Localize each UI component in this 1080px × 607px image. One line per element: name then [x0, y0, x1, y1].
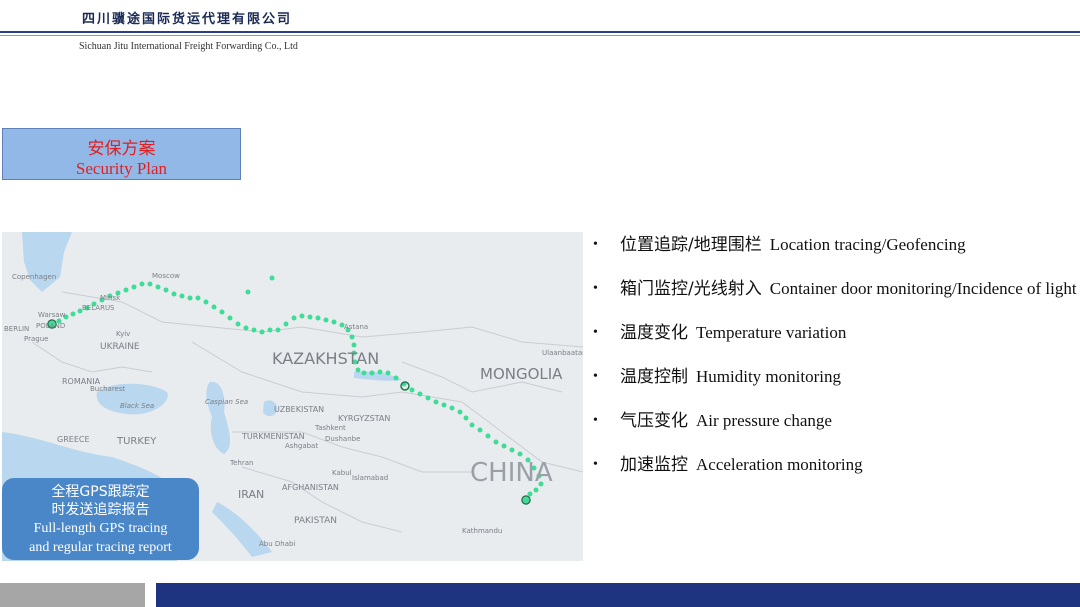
feature-label-en: Container door monitoring/Incidence of l… — [769, 279, 1077, 298]
header-company-cn: 四川骥途国际货运代理有限公司 — [82, 12, 293, 27]
header-company-en: Sichuan Jitu International Freight Forwa… — [79, 41, 298, 52]
map-label-kazakhstan: KAZAKHSTAN — [272, 349, 380, 368]
feature-label-cn: 位置追踪/地理围栏 — [620, 235, 762, 255]
map-label-uzbekistan: UZBEKISTAN — [274, 405, 325, 414]
section-title-en: Security Plan — [75, 159, 168, 178]
map-label-moscow: Moscow — [152, 272, 180, 280]
map-label-tashkent: Tashkent — [315, 424, 346, 432]
callout-line2-cn: 时发送追踪报告 — [51, 502, 150, 518]
callout-line1-cn: 全程GPS跟踪定 — [51, 484, 150, 500]
map-label-ulaanbaatar: Ulaanbaatar — [542, 349, 583, 357]
feature-item: • 加速监控 Acceleration monitoring — [592, 454, 1077, 476]
map-label-dushanbe: Dushanbe — [325, 435, 361, 443]
feature-item: • 气压变化 Air pressure change — [592, 410, 1077, 432]
bullet-icon: • — [593, 237, 598, 252]
map-label-kabul: Kabul — [332, 469, 352, 477]
feature-item: • 箱门监控/光线射入 Container door monitoring/Inc… — [592, 278, 1077, 300]
map-label-turkey: TURKEY — [117, 436, 157, 447]
map-label-kathmandu: Kathmandu — [462, 527, 503, 535]
section-title-box: 安保方案 Security Plan — [2, 128, 241, 180]
callout-line1-en: Full-length GPS tracing — [33, 521, 168, 536]
map-label-belarus: BELARUS — [82, 304, 115, 312]
map-label-copenhagen: Copenhagen — [12, 273, 57, 281]
map-label-black-sea: Black Sea — [120, 402, 155, 410]
map-label-bucharest: Bucharest — [90, 385, 126, 393]
feature-item: • 位置追踪/地理围栏 Location tracing/Geofencing — [592, 234, 1077, 256]
bullet-icon: • — [593, 457, 598, 472]
feature-label-en: Acceleration monitoring — [696, 455, 863, 474]
feature-label-en: Humidity monitoring — [696, 367, 841, 386]
feature-label-cn: 加速监控 — [620, 455, 688, 475]
footer-gray-bar — [0, 583, 145, 607]
map-label-turkmenistan: TURKMENISTAN — [242, 432, 305, 441]
map-label-warsaw: Warsaw — [38, 311, 66, 319]
bullet-icon: • — [593, 369, 598, 384]
feature-label-cn: 温度控制 — [620, 367, 688, 387]
feature-label-cn: 气压变化 — [620, 411, 688, 431]
map-label-afghanistan: AFGHANISTAN — [282, 483, 339, 492]
footer-blue-bar — [156, 583, 1080, 607]
features-list: • 位置追踪/地理围栏 Location tracing/Geofencing •… — [592, 234, 1077, 476]
map-label-ukraine: UKRAINE — [100, 342, 140, 352]
callout-line2-en: and regular tracing report — [29, 540, 172, 555]
feature-label-cn: 温度变化 — [620, 323, 688, 343]
map-label-iran: IRAN — [238, 488, 265, 501]
feature-item: • 温度控制 Humidity monitoring — [592, 366, 1077, 388]
map-label-prague: Prague — [24, 335, 49, 343]
bullet-icon: • — [593, 281, 598, 296]
map-label-china: CHINA — [470, 458, 553, 488]
map-label-islamabad: Islamabad — [352, 474, 389, 482]
map-label-tehran: Tehran — [230, 459, 254, 467]
feature-label-en: Temperature variation — [696, 323, 847, 342]
section-title-cn: 安保方案 — [87, 139, 156, 159]
map-label-caspian-sea: Caspian Sea — [205, 398, 249, 406]
map-label-astana: Astana — [344, 323, 369, 331]
map-label-berlin: BERLIN — [4, 325, 30, 333]
header-rule — [0, 31, 1080, 33]
map-label-pakistan: PAKISTAN — [294, 516, 337, 526]
feature-label-en: Air pressure change — [696, 411, 832, 430]
feature-label-en: Location tracing/Geofencing — [769, 235, 966, 254]
gps-callout: 全程GPS跟踪定 时发送追踪报告 Full-length GPS tracing… — [2, 478, 199, 560]
map-label-kyrgyzstan: KYRGYZSTAN — [338, 414, 391, 423]
map-label-poland: POLAND — [36, 322, 66, 330]
bullet-icon: • — [593, 325, 598, 340]
header-rule-thin — [0, 35, 1080, 36]
map-label-mongolia: MONGOLIA — [480, 365, 563, 383]
map-label-ashgabat: Ashgabat — [285, 442, 319, 450]
feature-label-cn: 箱门监控/光线射入 — [620, 279, 762, 299]
bullet-icon: • — [593, 413, 598, 428]
map-label-minsk: Minsk — [100, 294, 121, 302]
feature-item: • 温度变化 Temperature variation — [592, 322, 1077, 344]
map-label-kyiv: Kyiv — [116, 330, 131, 338]
map-label-greece: GREECE — [57, 435, 90, 444]
map-label-abu-dhabi: Abu Dhabi — [259, 540, 296, 548]
